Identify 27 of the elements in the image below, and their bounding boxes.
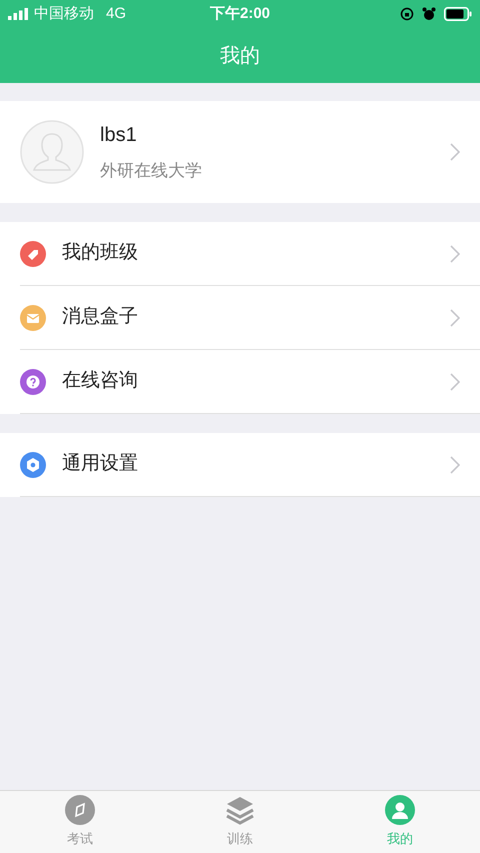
- menu-item[interactable]: 我的班级: [20, 222, 480, 286]
- user-name: lbs1: [100, 123, 138, 148]
- profile-card[interactable]: lbs1 外研在线大学: [0, 101, 480, 203]
- chevron-right-icon: [450, 143, 460, 161]
- network-text: 4G: [106, 4, 126, 24]
- menu-item[interactable]: 在线咨询: [20, 350, 480, 414]
- signal-icon: [8, 8, 30, 20]
- chevron-right-icon: [450, 456, 460, 474]
- carrier-text: 中国移动: [34, 4, 94, 24]
- alarm-icon: [422, 7, 436, 21]
- chevron-right-icon: [450, 308, 460, 326]
- layers-icon: [225, 795, 255, 826]
- rotation-lock-icon: [400, 7, 414, 21]
- menu-label: 在线咨询: [62, 369, 138, 394]
- time-text: 下午2:00: [210, 4, 270, 24]
- chevron-right-icon: [450, 372, 460, 390]
- menu-label: 通用设置: [62, 452, 138, 476]
- avatar-icon: [20, 120, 84, 184]
- menu-label: 我的班级: [62, 241, 138, 266]
- chevron-right-icon: [450, 244, 460, 262]
- person-icon: [385, 795, 415, 826]
- school-name: 外研在线大学: [100, 160, 202, 182]
- compass-icon: [65, 795, 95, 826]
- menu-item[interactable]: 消息盒子: [20, 286, 480, 350]
- menu-label: 消息盒子: [62, 305, 138, 330]
- battery-icon: [444, 7, 472, 21]
- page-title: 我的: [220, 44, 260, 68]
